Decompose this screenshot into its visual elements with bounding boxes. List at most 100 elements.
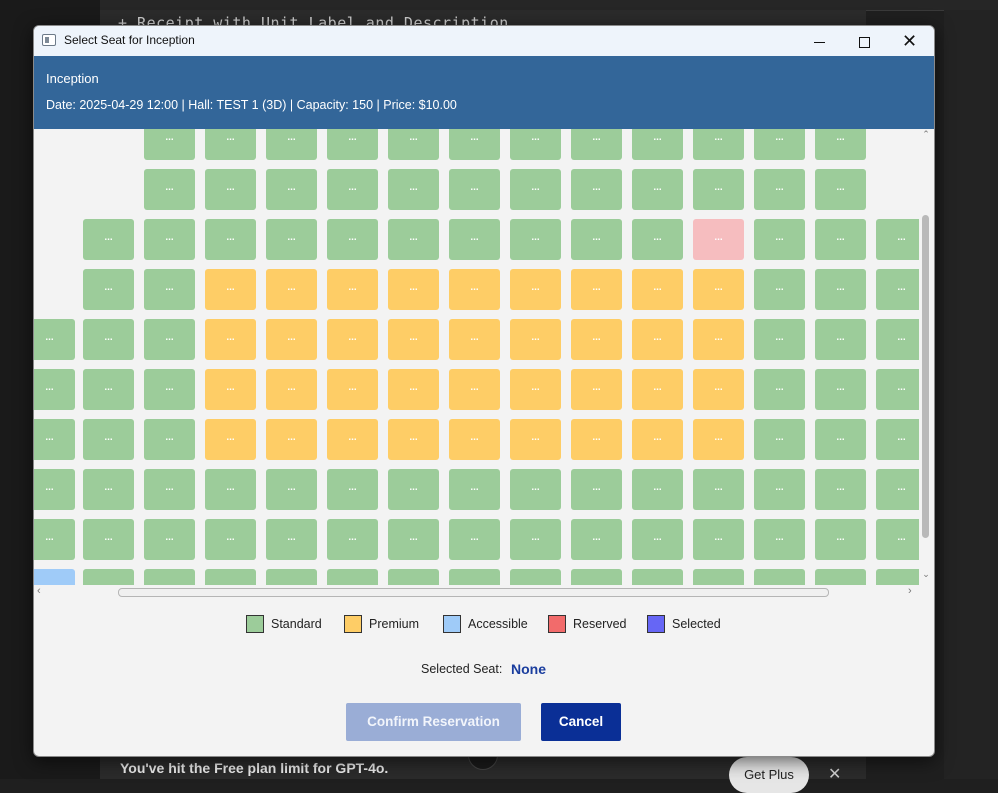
seat-standard[interactable]: ...	[632, 129, 683, 160]
minimize-button[interactable]	[797, 26, 842, 56]
seat-premium[interactable]: ...	[571, 319, 622, 360]
seat-standard[interactable]: ...	[449, 469, 500, 510]
seat-standard[interactable]: ...	[388, 569, 439, 585]
seat-standard[interactable]: ...	[388, 469, 439, 510]
seat-standard[interactable]: ...	[510, 469, 561, 510]
seat-standard[interactable]: ...	[510, 519, 561, 560]
seat-standard[interactable]: ...	[815, 169, 866, 210]
seat-premium[interactable]: ...	[388, 419, 439, 460]
seat-standard[interactable]: ...	[510, 569, 561, 585]
seat-standard[interactable]: ...	[754, 369, 805, 410]
seat-standard[interactable]: ...	[34, 369, 75, 410]
seat-premium[interactable]: ...	[632, 269, 683, 310]
seat-premium[interactable]: ...	[388, 269, 439, 310]
seat-standard[interactable]: ...	[815, 369, 866, 410]
seat-standard[interactable]: ...	[388, 169, 439, 210]
seat-standard[interactable]: ...	[815, 469, 866, 510]
seat-standard[interactable]: ...	[266, 469, 317, 510]
seat-standard[interactable]: ...	[876, 469, 919, 510]
seat-standard[interactable]: ...	[571, 519, 622, 560]
seat-standard[interactable]: ...	[571, 129, 622, 160]
seat-standard[interactable]: ...	[34, 419, 75, 460]
seat-standard[interactable]: ...	[144, 419, 195, 460]
seat-standard[interactable]: ...	[449, 169, 500, 210]
seat-standard[interactable]: ...	[693, 519, 744, 560]
seat-standard[interactable]: ...	[754, 169, 805, 210]
seat-standard[interactable]: ...	[815, 419, 866, 460]
seat-standard[interactable]: ...	[449, 569, 500, 585]
background-upgrade-button[interactable]: Get Plus	[729, 757, 809, 793]
seat-standard[interactable]: ...	[266, 519, 317, 560]
seat-standard[interactable]: ...	[571, 169, 622, 210]
seat-standard[interactable]: ...	[144, 319, 195, 360]
seat-standard[interactable]: ...	[693, 569, 744, 585]
seat-premium[interactable]: ...	[388, 319, 439, 360]
seat-standard[interactable]: ...	[205, 169, 256, 210]
seat-standard[interactable]: ...	[83, 319, 134, 360]
seat-standard[interactable]: ...	[815, 569, 866, 585]
seat-standard[interactable]: ...	[144, 169, 195, 210]
scroll-left-icon[interactable]: ‹	[37, 585, 41, 597]
seat-standard[interactable]: ...	[388, 129, 439, 160]
seat-standard[interactable]: ...	[388, 519, 439, 560]
seat-standard[interactable]: ...	[205, 469, 256, 510]
seat-standard[interactable]: ...	[205, 129, 256, 160]
seat-premium[interactable]: ...	[571, 269, 622, 310]
seat-standard[interactable]: ...	[876, 519, 919, 560]
seat-standard[interactable]: ...	[510, 169, 561, 210]
seat-premium[interactable]: ...	[205, 419, 256, 460]
seat-standard[interactable]: ...	[144, 369, 195, 410]
seat-premium[interactable]: ...	[266, 419, 317, 460]
seat-premium[interactable]: ...	[449, 419, 500, 460]
close-button[interactable]: ✕	[887, 26, 932, 56]
seat-standard[interactable]: ...	[205, 219, 256, 260]
seat-standard[interactable]: ...	[815, 519, 866, 560]
seat-standard[interactable]: ...	[83, 369, 134, 410]
seat-premium[interactable]: ...	[266, 269, 317, 310]
seat-standard[interactable]: ...	[327, 129, 378, 160]
seat-standard[interactable]: ...	[144, 219, 195, 260]
seat-premium[interactable]: ...	[266, 369, 317, 410]
vertical-scrollbar[interactable]: ⌃ ⌄	[919, 129, 933, 585]
seat-standard[interactable]: ...	[815, 129, 866, 160]
seat-standard[interactable]: ...	[83, 569, 134, 585]
seat-standard[interactable]: ...	[632, 169, 683, 210]
seat-standard[interactable]: ...	[144, 269, 195, 310]
seat-standard[interactable]: ...	[754, 469, 805, 510]
seat-premium[interactable]: ...	[693, 269, 744, 310]
background-dismiss-icon[interactable]: ✕	[828, 764, 841, 784]
horizontal-scroll-thumb[interactable]	[118, 588, 829, 597]
seat-standard[interactable]: ...	[876, 369, 919, 410]
window-titlebar[interactable]: Select Seat for Inception ✕	[34, 26, 934, 56]
seat-standard[interactable]: ...	[632, 569, 683, 585]
seat-accessible[interactable]: ...	[34, 569, 75, 585]
seat-standard[interactable]: ...	[388, 219, 439, 260]
seat-premium[interactable]: ...	[388, 369, 439, 410]
seat-premium[interactable]: ...	[327, 269, 378, 310]
seat-premium[interactable]: ...	[693, 369, 744, 410]
seat-premium[interactable]: ...	[449, 369, 500, 410]
seat-standard[interactable]: ...	[754, 519, 805, 560]
maximize-button[interactable]	[842, 26, 887, 56]
seat-standard[interactable]: ...	[449, 129, 500, 160]
seat-standard[interactable]: ...	[632, 469, 683, 510]
seat-standard[interactable]: ...	[266, 169, 317, 210]
seat-standard[interactable]: ...	[83, 219, 134, 260]
seat-premium[interactable]: ...	[266, 319, 317, 360]
seat-standard[interactable]: ...	[876, 419, 919, 460]
seat-standard[interactable]: ...	[754, 569, 805, 585]
seat-standard[interactable]: ...	[327, 519, 378, 560]
seat-standard[interactable]: ...	[144, 569, 195, 585]
seat-premium[interactable]: ...	[327, 319, 378, 360]
seat-premium[interactable]: ...	[693, 319, 744, 360]
seat-premium[interactable]: ...	[205, 269, 256, 310]
seat-standard[interactable]: ...	[327, 219, 378, 260]
seat-standard[interactable]: ...	[632, 519, 683, 560]
seat-premium[interactable]: ...	[510, 319, 561, 360]
seat-premium[interactable]: ...	[449, 269, 500, 310]
seat-premium[interactable]: ...	[632, 419, 683, 460]
seat-standard[interactable]: ...	[815, 319, 866, 360]
scroll-up-icon[interactable]: ⌃	[921, 129, 931, 140]
seat-standard[interactable]: ...	[754, 419, 805, 460]
seat-standard[interactable]: ...	[83, 269, 134, 310]
